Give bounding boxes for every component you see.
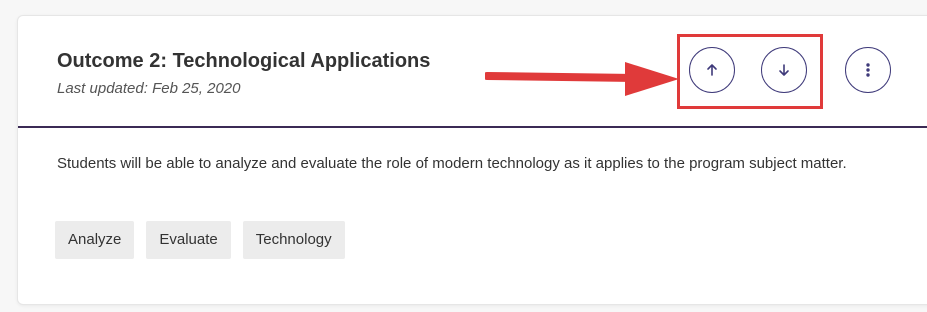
tag-technology: Technology [242, 221, 345, 259]
more-options-button[interactable] [845, 47, 891, 93]
move-up-button[interactable] [689, 47, 735, 93]
move-down-button[interactable] [761, 47, 807, 93]
arrow-down-icon [779, 64, 789, 76]
outcome-description: Students will be able to analyze and eva… [57, 155, 847, 172]
annotation-arrow [485, 62, 679, 96]
tag-list: Analyze Evaluate Technology [55, 221, 345, 259]
outcome-title: Outcome 2: Technological Applications [57, 50, 431, 72]
more-vertical-icon [866, 63, 870, 77]
arrow-up-icon [707, 64, 717, 76]
last-updated-text: Last updated: Feb 25, 2020 [57, 80, 241, 97]
tag-evaluate: Evaluate [146, 221, 231, 259]
outcome-card: Outcome 2: Technological Applications La… [17, 15, 927, 305]
outcome-header: Outcome 2: Technological Applications La… [18, 16, 927, 128]
tag-analyze: Analyze [55, 221, 135, 259]
